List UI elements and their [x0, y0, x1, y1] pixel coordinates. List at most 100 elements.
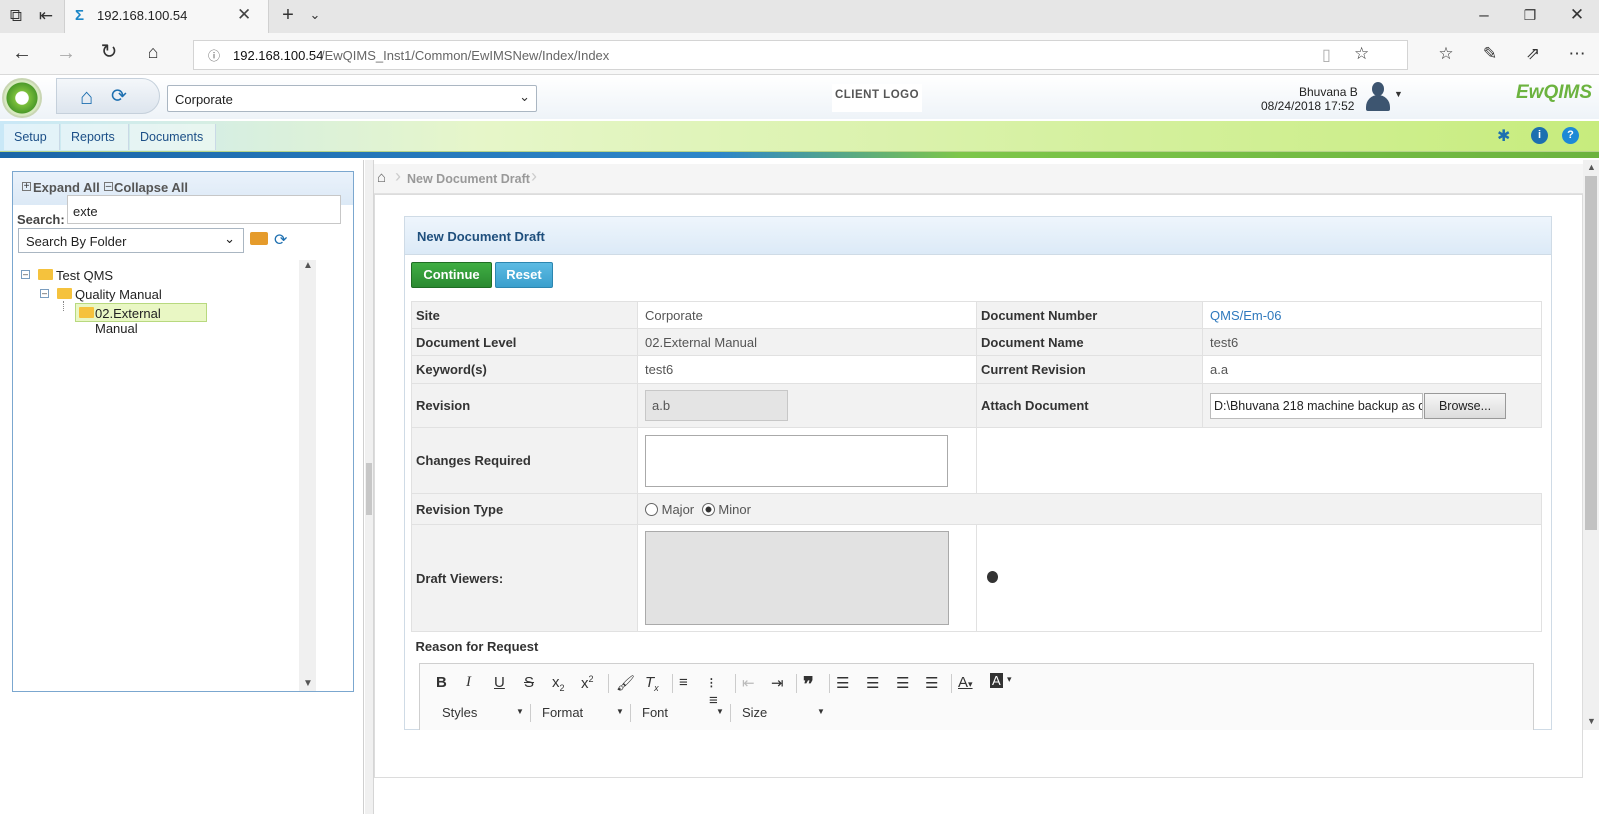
tree-toggle-icon[interactable]: – [21, 270, 30, 279]
site-info-icon[interactable]: ⓘ [208, 47, 220, 64]
align-left-icon[interactable]: ☰ [836, 674, 849, 692]
folder-icon [57, 288, 72, 299]
revision-input[interactable]: a.b [645, 390, 788, 421]
attach-file-input[interactable]: D:\Bhuvana 218 machine backup as o [1210, 392, 1423, 419]
tree-scrollbar[interactable]: ▲ ▼ [299, 260, 316, 691]
chevron-down-icon[interactable]: ▼ [616, 707, 624, 716]
select-users-icon[interactable] [987, 570, 998, 583]
tree-toggle-icon[interactable]: – [40, 289, 49, 298]
expand-all-link[interactable]: Expand All [33, 180, 100, 195]
minimize-window-icon[interactable]: – [1472, 5, 1496, 25]
breadcrumb-home-icon[interactable]: ⌂ [377, 169, 386, 186]
browse-button[interactable]: Browse... [1424, 392, 1506, 419]
tree-node-test-qms[interactable]: Test QMS [56, 268, 113, 283]
home-nav-icon[interactable]: ⌂ [80, 84, 93, 110]
reset-search-icon[interactable]: ⟳ [274, 230, 287, 250]
favorites-hub-icon[interactable]: ☆ [1434, 44, 1458, 64]
back-icon[interactable]: ← [10, 43, 34, 63]
superscript-icon[interactable]: x2 [581, 674, 594, 692]
address-field[interactable]: ⓘ 192.168.100.54 /EwQIMS_Inst1/Common/Ew… [193, 40, 1408, 70]
changes-required-label: Changes Required [411, 427, 638, 494]
new-tab-icon[interactable]: + [276, 5, 300, 25]
copy-format-icon[interactable]: 🖌 [616, 674, 635, 692]
tab-list-chevron-icon[interactable]: ⌄ [303, 5, 327, 25]
close-window-icon[interactable]: ✕ [1565, 5, 1589, 25]
collapse-all-link[interactable]: Collapse All [114, 180, 188, 195]
background-color-caret-icon[interactable]: ▾ [1007, 674, 1012, 685]
set-tabs-aside-icon[interactable]: ⇤ [34, 6, 58, 26]
tree-node-external-manual[interactable]: 02.External Manual [75, 303, 207, 336]
font-combo[interactable]: Font [642, 705, 722, 720]
draft-viewers-list[interactable] [645, 531, 949, 625]
refresh-app-icon[interactable]: ⟳ [111, 85, 127, 108]
bold-icon[interactable]: B [436, 674, 447, 691]
format-combo[interactable]: Format [542, 705, 622, 720]
forward-icon[interactable]: → [54, 43, 78, 63]
numbered-list-icon[interactable]: ≡ [679, 674, 688, 691]
tree-node-quality-manual[interactable]: Quality Manual [75, 287, 162, 302]
help-icon[interactable]: ? [1562, 127, 1579, 144]
italic-icon[interactable]: I [466, 674, 471, 691]
pin-icon[interactable]: ✱ [1497, 126, 1510, 146]
site-select[interactable]: Corporate ⌄ [167, 85, 537, 112]
scroll-down-icon[interactable]: ▼ [1587, 716, 1596, 726]
align-center-icon[interactable]: ☰ [866, 674, 879, 692]
current-datetime: 08/24/2018 17:52 [1261, 99, 1355, 113]
document-form-table: Site Corporate Document Number QMS/Em-06… [411, 301, 1542, 661]
tree-search-input[interactable]: exte [67, 195, 341, 224]
home-icon[interactable]: ⌂ [141, 42, 165, 62]
app-logo-icon[interactable] [2, 78, 42, 118]
web-note-icon[interactable]: ✎ [1478, 44, 1502, 64]
size-combo[interactable]: Size [742, 705, 822, 720]
bulleted-list-icon[interactable]: ⁝≡ [709, 674, 718, 709]
scroll-down-icon[interactable]: ▼ [303, 678, 313, 689]
user-avatar-icon[interactable] [1363, 81, 1393, 113]
user-menu-caret-icon[interactable]: ▼ [1394, 89, 1403, 99]
restore-window-icon[interactable]: ❐ [1518, 5, 1542, 25]
revision-type-minor-radio[interactable] [701, 503, 715, 517]
refresh-icon[interactable]: ↻ [97, 42, 121, 62]
decrease-indent-icon[interactable]: ⇤ [742, 674, 755, 692]
brand-logo: EwQIMS [1516, 82, 1593, 103]
info-icon[interactable]: i [1531, 127, 1548, 144]
chevron-down-icon[interactable]: ▼ [817, 707, 825, 716]
close-tab-icon[interactable]: ✕ [237, 5, 251, 25]
scroll-thumb[interactable] [1585, 176, 1597, 530]
favorite-star-icon[interactable]: ☆ [1354, 44, 1369, 64]
tab-title: 192.168.100.54 [97, 8, 188, 23]
content-scrollbar[interactable]: ▲ ▼ [1583, 160, 1599, 730]
nav-reports[interactable]: Reports [61, 124, 129, 150]
justify-icon[interactable]: ☰ [925, 674, 938, 692]
underline-icon[interactable]: U [494, 674, 505, 691]
expand-all-icon[interactable]: + [22, 182, 31, 192]
nav-setup[interactable]: Setup [4, 124, 60, 150]
tab-manager-icon[interactable]: ⧉ [4, 6, 28, 26]
search-folder-icon[interactable] [250, 232, 268, 245]
draft-viewers-picker-cell [976, 524, 1542, 632]
scroll-up-icon[interactable]: ▲ [303, 260, 313, 271]
increase-indent-icon[interactable]: ⇥ [771, 674, 784, 692]
search-mode-select[interactable]: Search By Folder ⌄ [18, 228, 244, 253]
blockquote-icon[interactable]: ❞ [803, 672, 814, 697]
align-right-icon[interactable]: ☰ [896, 674, 909, 692]
text-color-icon[interactable]: A▾ [958, 674, 973, 691]
scroll-up-icon[interactable]: ▲ [1587, 162, 1596, 172]
revision-type-major-radio[interactable] [645, 503, 658, 517]
chevron-down-icon[interactable]: ▼ [516, 707, 524, 716]
document-number-value[interactable]: QMS/Em-06 [1202, 301, 1542, 329]
remove-format-icon[interactable]: Tx [645, 674, 659, 693]
more-menu-icon[interactable]: ⋯ [1565, 44, 1589, 64]
share-icon[interactable]: ⇗ [1521, 44, 1545, 64]
chevron-down-icon[interactable]: ▼ [716, 707, 724, 716]
changes-required-textarea[interactable] [645, 434, 948, 487]
panel-splitter[interactable] [365, 160, 374, 814]
browser-tab[interactable]: Σ 192.168.100.54 ✕ [64, 0, 269, 33]
background-color-icon[interactable]: A [990, 673, 1003, 688]
reset-button[interactable]: Reset [495, 262, 553, 288]
subscript-icon[interactable]: x2 [552, 674, 565, 693]
continue-button[interactable]: Continue [411, 262, 492, 288]
nav-documents[interactable]: Documents [130, 124, 216, 150]
strikethrough-icon[interactable]: S [524, 674, 534, 691]
reading-view-icon[interactable]: ▯ [1322, 45, 1331, 65]
collapse-all-icon[interactable]: – [104, 182, 113, 192]
